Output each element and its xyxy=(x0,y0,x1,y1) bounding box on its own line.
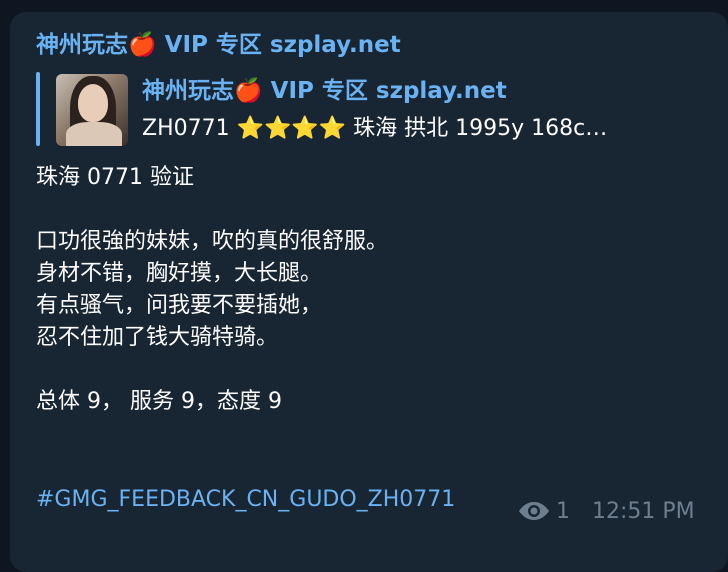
reply-thumbnail[interactable] xyxy=(56,74,128,146)
thumbnail-face xyxy=(78,84,108,122)
message-line xyxy=(36,354,388,386)
message-line: 口功很強的妹妹，吹的真的很舒服。 xyxy=(36,229,389,254)
reply-preview[interactable]: 神州玩志🍎 VIP 专区 szplay.net ZH0771 ⭐⭐⭐⭐ 珠海 拱… xyxy=(36,72,706,146)
message-line xyxy=(36,194,388,226)
message-line: 身材不错，胸好摸，大长腿。 xyxy=(36,261,323,286)
view-count: 1 xyxy=(556,498,570,524)
message-line: 忍不住加了钱大骑特骑。 xyxy=(36,325,279,350)
hashtag-link[interactable]: #GMG_FEEDBACK_CN_GUDO_ZH0771 xyxy=(36,484,455,516)
message-line: 有点骚气，问我要不要插她， xyxy=(36,293,323,318)
thumbnail-body xyxy=(66,122,122,146)
message-meta: 1 12:51 PM xyxy=(518,496,695,526)
sender-name[interactable]: 神州玩志🍎 VIP 专区 szplay.net xyxy=(36,30,401,60)
eye-icon xyxy=(519,502,549,520)
reply-text: ZH0771 ⭐⭐⭐⭐ 珠海 拱北 1995y 168c… xyxy=(142,116,608,141)
message-time: 12:51 PM xyxy=(592,498,695,524)
message-line: 珠海 0771 验证 xyxy=(36,165,194,190)
message-text: 珠海 0771 验证 口功很強的妹妹，吹的真的很舒服。 身材不错，胸好摸，大长腿… xyxy=(36,162,388,418)
reply-title: 神州玩志🍎 VIP 专区 szplay.net xyxy=(142,78,507,104)
reply-accent-bar xyxy=(36,72,40,146)
message-line: 总体 9， 服务 9，态度 9 xyxy=(36,389,282,414)
